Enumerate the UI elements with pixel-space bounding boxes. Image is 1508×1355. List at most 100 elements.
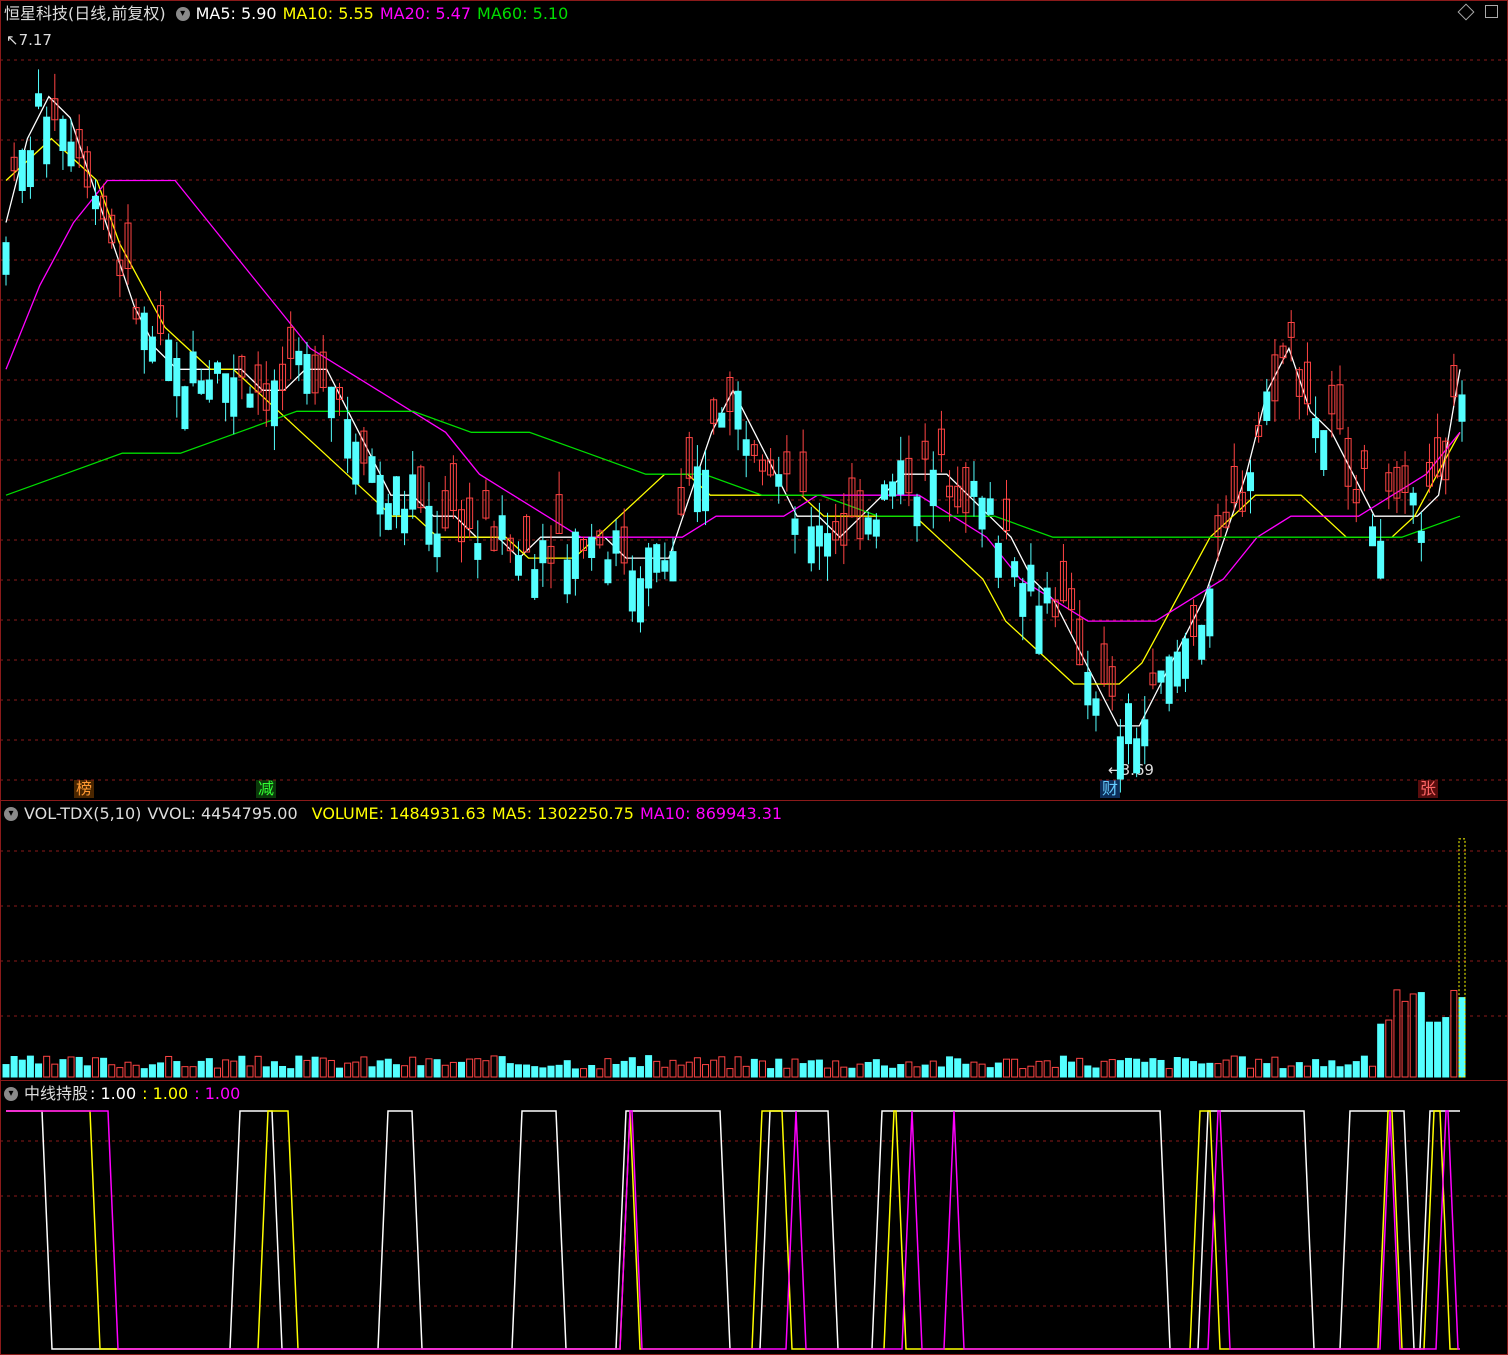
volume-bar	[832, 1060, 840, 1078]
candle-body	[26, 150, 34, 188]
candle-body	[43, 116, 51, 165]
volume-bar	[1312, 1059, 1320, 1078]
candle-body	[1157, 670, 1165, 683]
volume-bar	[1076, 1057, 1084, 1078]
volume-bar	[425, 1058, 433, 1078]
volume-bar	[718, 1056, 726, 1078]
volume-bar	[1149, 1058, 1157, 1078]
volume-bar	[1401, 1000, 1409, 1078]
volume-bar	[848, 1067, 856, 1078]
volume-bar	[222, 1059, 230, 1078]
volume-bar	[547, 1065, 555, 1078]
candle-body	[669, 551, 677, 582]
candle-body	[889, 481, 897, 497]
candle-body	[392, 476, 400, 516]
volume-bar	[604, 1058, 612, 1078]
volume-bar	[840, 1066, 848, 1078]
volume-bar	[685, 1061, 693, 1078]
candle-body	[425, 505, 433, 545]
volume-bar	[767, 1068, 775, 1078]
candle-body	[604, 559, 612, 584]
candle-body	[742, 439, 750, 456]
candle-body	[539, 540, 547, 564]
volume-bar	[490, 1055, 498, 1078]
volume-bar	[466, 1058, 474, 1078]
candle-body	[222, 373, 230, 403]
candle-body	[636, 578, 644, 623]
volume-bar	[905, 1061, 913, 1078]
volume-bar	[750, 1058, 758, 1078]
candle-body	[197, 380, 205, 394]
candle-body	[2, 242, 10, 275]
volume-bar	[1206, 1062, 1214, 1078]
candle-body	[1027, 564, 1035, 592]
volume-bar	[539, 1067, 547, 1078]
volume-bar	[897, 1064, 905, 1078]
indicator-line-1	[6, 1110, 1460, 1350]
volume-bar	[75, 1056, 83, 1078]
volume-bar	[498, 1056, 506, 1078]
volume-bar	[1247, 1067, 1255, 1078]
volume-pane[interactable]	[0, 801, 1508, 1080]
volume-bar	[10, 1056, 18, 1078]
candle-body	[295, 350, 303, 366]
candle-body	[91, 195, 99, 210]
candle-body	[1141, 719, 1149, 747]
volume-bar	[1458, 997, 1466, 1078]
volume-bar	[929, 1060, 937, 1078]
candle-body	[702, 469, 710, 512]
volume-bar	[449, 1061, 457, 1078]
candle-body	[978, 497, 986, 530]
volume-bar	[344, 1062, 352, 1078]
volume-bar	[1011, 1058, 1019, 1078]
volume-bar	[563, 1060, 571, 1078]
price-pane[interactable]	[0, 0, 1508, 800]
volume-bar	[2, 1064, 10, 1078]
candle-body	[498, 515, 506, 540]
volume-bar	[1344, 1064, 1352, 1078]
volume-bar	[1303, 1065, 1311, 1078]
candle-body	[1084, 671, 1092, 706]
candle-body	[270, 380, 278, 427]
volume-bar	[596, 1068, 604, 1078]
volume-bar	[1279, 1068, 1287, 1078]
volume-bar	[669, 1059, 677, 1078]
volume-bar	[636, 1066, 644, 1078]
candle-body	[1043, 587, 1051, 604]
candle-body	[1092, 698, 1100, 716]
volume-bar	[612, 1063, 620, 1078]
indicator-pane[interactable]	[0, 1081, 1508, 1353]
volume-bar	[1002, 1058, 1010, 1078]
candle-body	[246, 393, 254, 408]
candle-body	[474, 543, 482, 560]
volume-bar	[970, 1061, 978, 1078]
candle-body	[165, 339, 173, 382]
volume-bar	[1255, 1058, 1263, 1078]
volume-bar	[67, 1056, 75, 1078]
volume-bar	[1295, 1062, 1303, 1078]
volume-bar	[1417, 992, 1425, 1078]
candle-body	[986, 498, 994, 515]
volume-bar	[791, 1058, 799, 1078]
candle-body	[734, 390, 742, 430]
volume-bar	[628, 1057, 636, 1078]
volume-bar	[91, 1057, 99, 1078]
volume-bar	[1352, 1061, 1360, 1078]
candle-body	[1019, 583, 1027, 617]
volume-bar	[921, 1064, 929, 1078]
volume-bar	[1051, 1066, 1059, 1078]
candle-body	[661, 560, 669, 572]
candle-body	[205, 379, 213, 400]
indicator-line-3	[6, 1110, 1460, 1350]
volume-bar	[1442, 1017, 1450, 1078]
volume-bar	[1385, 1019, 1393, 1078]
candle-body	[864, 517, 872, 535]
volume-bar	[1230, 1055, 1238, 1078]
volume-bar	[238, 1055, 246, 1078]
volume-bar	[116, 1067, 124, 1078]
volume-bar	[376, 1060, 384, 1078]
volume-bar	[1271, 1056, 1279, 1078]
volume-bar	[946, 1056, 954, 1078]
volume-bar	[35, 1063, 43, 1078]
candle-body	[173, 358, 181, 397]
